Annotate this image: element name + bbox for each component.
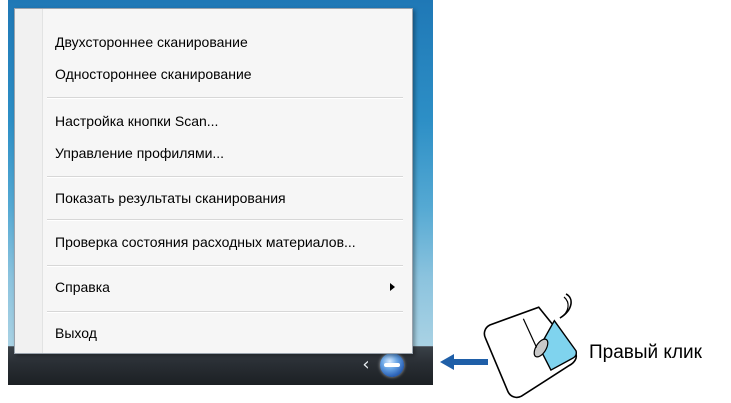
menu-item-scan-button-settings[interactable]: Настройка кнопки Scan...	[43, 106, 403, 136]
menu-item-label: Выход	[55, 325, 97, 341]
mouse-right-click-icon	[483, 293, 578, 399]
screenshot-stage: ‹ Двухстороннее сканирование Односторонн…	[0, 0, 731, 403]
menu-item-profile-management[interactable]: Управление профилями...	[43, 138, 403, 168]
context-menu: Двухстороннее сканирование Одностороннее…	[14, 8, 413, 354]
submenu-arrow-icon	[390, 283, 395, 291]
menu-item-exit[interactable]: Выход	[43, 318, 403, 348]
menu-separator	[47, 176, 403, 178]
menu-item-consumables-status[interactable]: Проверка состояния расходных материалов.…	[43, 227, 403, 257]
menu-separator	[47, 219, 403, 221]
menu-item-label: Одностороннее сканирование	[55, 66, 252, 82]
menu-item-label: Настройка кнопки Scan...	[55, 113, 219, 129]
menu-item-label: Проверка состояния расходных материалов.…	[55, 234, 356, 250]
show-hidden-icons-chevron-icon[interactable]: ‹	[358, 356, 374, 374]
menu-separator	[47, 97, 403, 99]
menu-item-label: Двухстороннее сканирование	[55, 34, 248, 50]
menu-item-show-scan-results[interactable]: Показать результаты сканирования	[43, 183, 403, 213]
menu-separator	[47, 265, 403, 267]
menu-item-duplex-scan[interactable]: Двухстороннее сканирование	[43, 27, 403, 57]
menu-item-simplex-scan[interactable]: Одностороннее сканирование	[43, 59, 403, 89]
scan-tray-icon[interactable]	[380, 353, 404, 377]
menu-item-label: Показать результаты сканирования	[55, 190, 286, 206]
menu-item-help[interactable]: Справка	[43, 272, 403, 302]
menu-separator	[47, 311, 403, 313]
menu-icon-strip	[15, 9, 43, 353]
menu-item-label: Управление профилями...	[55, 145, 225, 161]
right-click-label: Правый клик	[589, 342, 702, 363]
menu-item-label: Справка	[55, 279, 110, 295]
